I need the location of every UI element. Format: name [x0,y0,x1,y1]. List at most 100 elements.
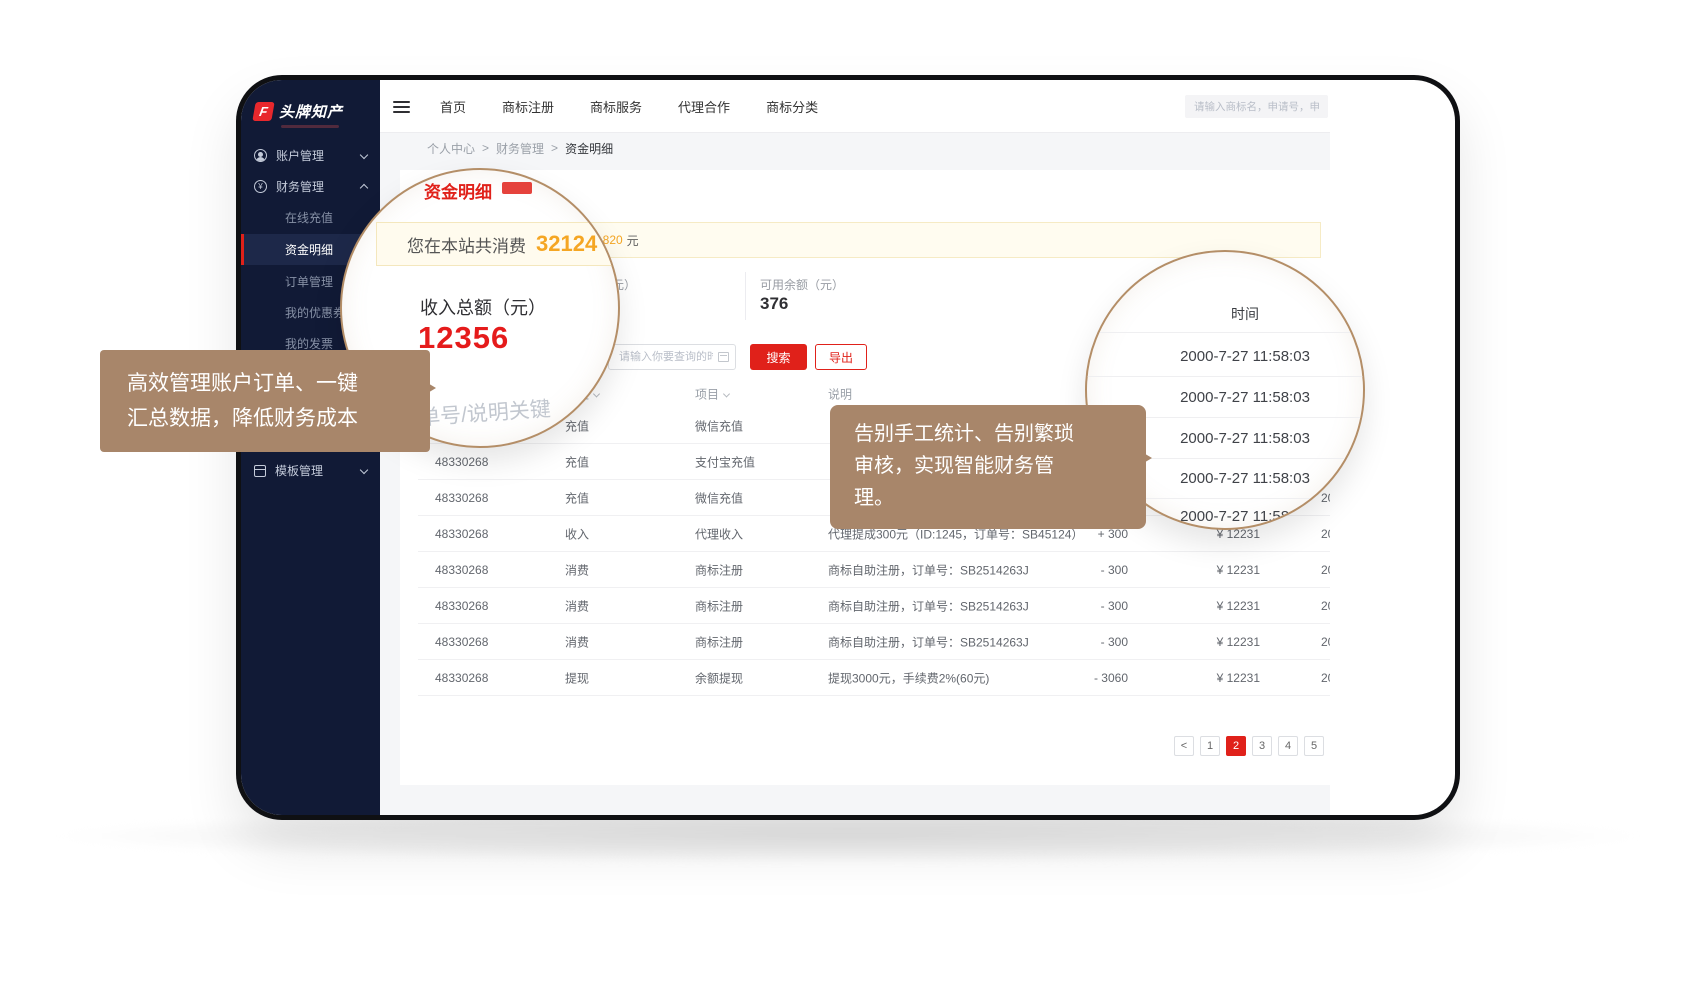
cell-order: 48330268 [435,527,488,541]
cell-balance: ¥ 12231 [1176,599,1260,613]
header-description: 说明 [828,386,852,403]
chevron-up-icon [360,184,368,192]
chevron-down-icon [360,150,368,158]
brand-tagline-decoration [281,125,339,128]
brand-logo[interactable]: F 头牌知产 [254,101,343,122]
cell-project: 商标注册 [695,633,743,650]
sidebar-item-templates[interactable]: 模板管理 [241,455,380,486]
stat-divider [745,272,746,320]
cell-type: 消费 [565,561,589,578]
cell-type: 充值 [565,489,589,506]
magnified-time-value-partial: 2000-7-27 11:58:03 [1127,508,1363,525]
search-input[interactable] [1185,95,1328,118]
magnified-time-value: 2000-7-27 11:58:03 [1127,470,1363,487]
magnified-banner: 您在本站共消费 32124 [376,222,620,266]
cell-desc: 商标自助注册，订单号：SB2514263J [828,561,1029,578]
cell-type: 提现 [565,669,589,686]
cell-amount: - 300 [1038,635,1128,649]
cell-project: 商标注册 [695,561,743,578]
cell-time: 2000-7-27 11:58:03 [1321,671,1330,685]
chevron-down-icon [360,465,368,473]
cell-project: 微信充值 [695,417,743,434]
pagination-page-5[interactable]: 5 [1304,736,1324,756]
sidebar-item-account[interactable]: 账户管理 [241,140,380,171]
pagination-prev-button[interactable]: < [1174,736,1194,756]
date-query-input[interactable] [608,344,736,370]
breadcrumb-personal-center[interactable]: 个人中心 [427,140,475,157]
cell-order: 48330268 [435,491,488,505]
cell-amount: - 300 [1038,563,1128,577]
cell-project: 支付宝充值 [695,453,755,470]
cell-order: 48330268 [435,563,488,577]
search-button[interactable]: 搜索 [750,344,807,370]
breadcrumb-finance[interactable]: 财务管理 [496,140,544,157]
sidebar-item-online-recharge[interactable]: 在线充值 [241,202,380,233]
cell-time: 2000-7-27 11:58:03 [1321,599,1330,613]
cell-project: 代理收入 [695,525,743,542]
magnified-time-value: 2000-7-27 11:58:03 [1127,348,1363,365]
cell-balance: ¥ 12231 [1176,635,1260,649]
cell-project: 余额提现 [695,669,743,686]
nav-tab-trademark-services[interactable]: 商标服务 [590,97,642,116]
magnified-income-value: 12356 [418,320,509,356]
cell-amount: - 3060 [1038,671,1128,685]
cell-balance: ¥ 12231 [1176,563,1260,577]
available-balance-value: 376 [760,294,788,314]
nav-tab-trademark-register[interactable]: 商标注册 [502,97,554,116]
table-row: 48330268 提现 余额提现 提现3000元，手续费2%(60元) - 30… [418,660,1330,696]
magnified-page-title: 资金明细 [424,178,492,203]
cell-time: 2000-7-27 11:58:03 [1321,635,1330,649]
breadcrumb: 个人中心 > 财务管理 > 资金明细 [380,133,1330,163]
cell-amount: - 300 [1038,599,1128,613]
cell-project: 微信充值 [695,489,743,506]
magnified-time-header: 时间 [1127,304,1363,324]
brand-name: 头牌知产 [279,101,343,122]
header-project-sort[interactable]: 项目 [695,386,729,403]
nav-tab-home[interactable]: 首页 [440,97,466,116]
cell-time: 2000-7-27 11:58:03 [1321,527,1330,541]
user-icon [254,149,267,162]
table-row: 48330268 消费 商标注册 商标自助注册，订单号：SB2514263J -… [418,552,1330,588]
export-button[interactable]: 导出 [815,344,867,370]
cell-type: 消费 [565,633,589,650]
table-row: 48330268 消费 商标注册 商标自助注册，订单号：SB2514263J -… [418,588,1330,624]
sidebar-item-finance[interactable]: 财务管理 [241,171,380,202]
magnified-income-label: 收入总额（元） [420,294,546,320]
pagination-page-2-active[interactable]: 2 [1226,736,1246,756]
pagination-page-3[interactable]: 3 [1252,736,1272,756]
magnified-time-value: 2000-7-27 11:58:03 [1127,389,1363,406]
pagination-page-4[interactable]: 4 [1278,736,1298,756]
magnified-title-highlight [502,182,532,194]
cell-type: 充值 [565,453,589,470]
pagination: < 1 2 3 4 5 [1174,736,1324,756]
brand-logo-icon: F [252,102,274,121]
breadcrumb-current: 资金明细 [565,140,613,157]
callout-left: 高效管理账户订单、一键 汇总数据，降低财务成本 [100,350,430,452]
top-navbar: 首页 商标注册 商标服务 代理合作 商标分类 [380,80,1330,133]
cell-project: 商标注册 [695,597,743,614]
table-row: 48330268 消费 商标注册 商标自助注册，订单号：SB2514263J -… [418,624,1330,660]
cell-desc: 商标自助注册，订单号：SB2514263J [828,633,1029,650]
cell-type: 充值 [565,417,589,434]
template-icon [254,465,266,477]
cell-balance: ¥ 12231 [1176,671,1260,685]
page-canvas: F 头牌知产 账户管理 财务管理 在线充值 资金 [0,0,1696,1002]
cell-order: 48330268 [435,635,488,649]
cell-type: 消费 [565,597,589,614]
finance-icon [254,180,267,193]
calendar-icon[interactable] [718,352,729,362]
pagination-page-1[interactable]: 1 [1200,736,1220,756]
cell-order: 48330268 [435,599,488,613]
nav-tab-trademark-category[interactable]: 商标分类 [766,97,818,116]
cell-order: 48330268 [435,455,488,469]
available-balance-label: 可用余额（元） [760,276,844,293]
hamburger-menu-icon[interactable] [393,101,410,113]
cell-order: 48330268 [435,671,488,685]
callout-right: 告别手工统计、告别繁琐 审核，实现智能财务管 理。 [830,405,1146,529]
cell-type: 收入 [565,525,589,542]
cell-time: 2000-7-27 11:58:03 [1321,563,1330,577]
cell-desc: 提现3000元，手续费2%(60元) [828,669,989,686]
nav-tab-agency[interactable]: 代理合作 [678,97,730,116]
cell-desc: 商标自助注册，订单号：SB2514263J [828,597,1029,614]
nav-tabs: 首页 商标注册 商标服务 代理合作 商标分类 [440,80,818,133]
